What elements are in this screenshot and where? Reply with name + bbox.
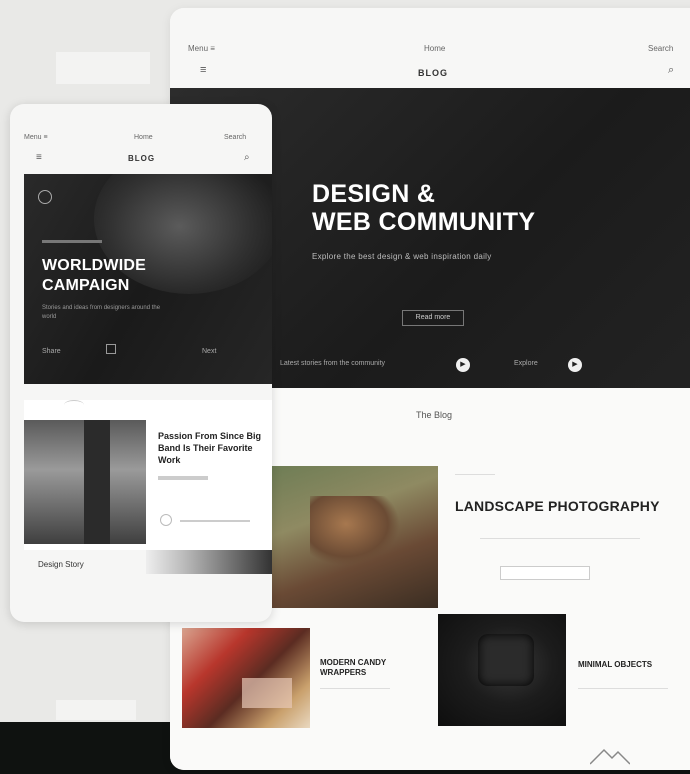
menu-icon[interactable]: ≡ (36, 152, 42, 163)
home-label[interactable]: Home (424, 44, 445, 53)
share-icon[interactable] (106, 344, 116, 354)
site-logo[interactable]: BLOG (418, 68, 448, 78)
phone-device: Menu ≡ Home Search ≡ BLOG ⌕ WORLDWIDE CAM… (10, 104, 272, 622)
play-icon[interactable]: ▶ (568, 358, 582, 372)
home-label[interactable]: Home (134, 134, 153, 141)
hero-cta-button[interactable]: Read more (402, 310, 464, 326)
feature-read-button[interactable] (500, 566, 590, 580)
article-title[interactable]: Passion From Since Big Band Is Their Fav… (158, 430, 266, 466)
avatar[interactable] (160, 514, 172, 526)
loader-icon (64, 400, 84, 410)
candy-photo[interactable] (182, 628, 310, 728)
hero-title: DESIGN & WEB COMMUNITY (312, 180, 536, 236)
site-logo[interactable]: BLOG (128, 154, 155, 163)
divider (455, 474, 495, 475)
next-article-strip[interactable] (146, 550, 272, 574)
divider (320, 688, 390, 689)
background-shape (56, 52, 150, 84)
next-link[interactable]: Next (202, 348, 216, 355)
author-line (180, 520, 250, 522)
feature-title[interactable]: LANDSCAPE PHOTOGRAPHY (455, 498, 660, 514)
divider (480, 538, 640, 539)
search-icon[interactable]: ⌕ (244, 152, 250, 163)
tablet-nav: Menu ≡ Home Search ≡ BLOG ⌕ (170, 8, 690, 88)
hero-meta-left: Latest stories from the community (280, 360, 386, 367)
card-title[interactable]: Minimal Objects (578, 660, 678, 670)
menu-label[interactable]: Menu ≡ (24, 134, 48, 141)
card-caption: Design Story (38, 560, 84, 569)
card-title[interactable]: Modern Candy Wrappers (320, 658, 420, 678)
divider (578, 688, 668, 689)
phone-nav: Menu ≡ Home Search ≡ BLOG ⌕ (10, 104, 272, 174)
background-shape (56, 700, 136, 720)
leaf-photo[interactable] (270, 466, 438, 608)
badge-icon (38, 190, 52, 204)
phone-hero-description: Stories and ideas from designers around … (42, 305, 161, 320)
article-card[interactable]: Passion From Since Big Band Is Their Fav… (24, 400, 272, 550)
phone-hero-title: WORLDWIDE CAMPAIGN (42, 257, 147, 294)
dark-photo[interactable] (438, 614, 566, 726)
article-photo[interactable] (24, 420, 146, 544)
share-link[interactable]: Share (42, 348, 61, 355)
search-icon[interactable]: ⌕ (668, 64, 674, 77)
hero-tag (42, 240, 102, 243)
hero-subtitle: Explore the best design & web inspiratio… (312, 252, 492, 261)
menu-icon[interactable]: ≡ (200, 64, 206, 76)
search-label[interactable]: Search (224, 134, 246, 141)
phone-hero: WORLDWIDE CAMPAIGN Stories and ideas from… (24, 174, 272, 384)
article-byline (158, 476, 208, 480)
blog-heading: The Blog (416, 410, 453, 420)
menu-label[interactable]: Menu ≡ (188, 44, 215, 53)
search-label[interactable]: Search (648, 44, 673, 53)
mountain-icon (590, 748, 630, 765)
mockup-stage: Menu ≡ Home Search ≡ BLOG ⌕ DESIGN & WEB … (0, 0, 690, 774)
hero-meta-right[interactable]: Explore (514, 360, 538, 367)
play-icon[interactable]: ▶ (456, 358, 470, 372)
